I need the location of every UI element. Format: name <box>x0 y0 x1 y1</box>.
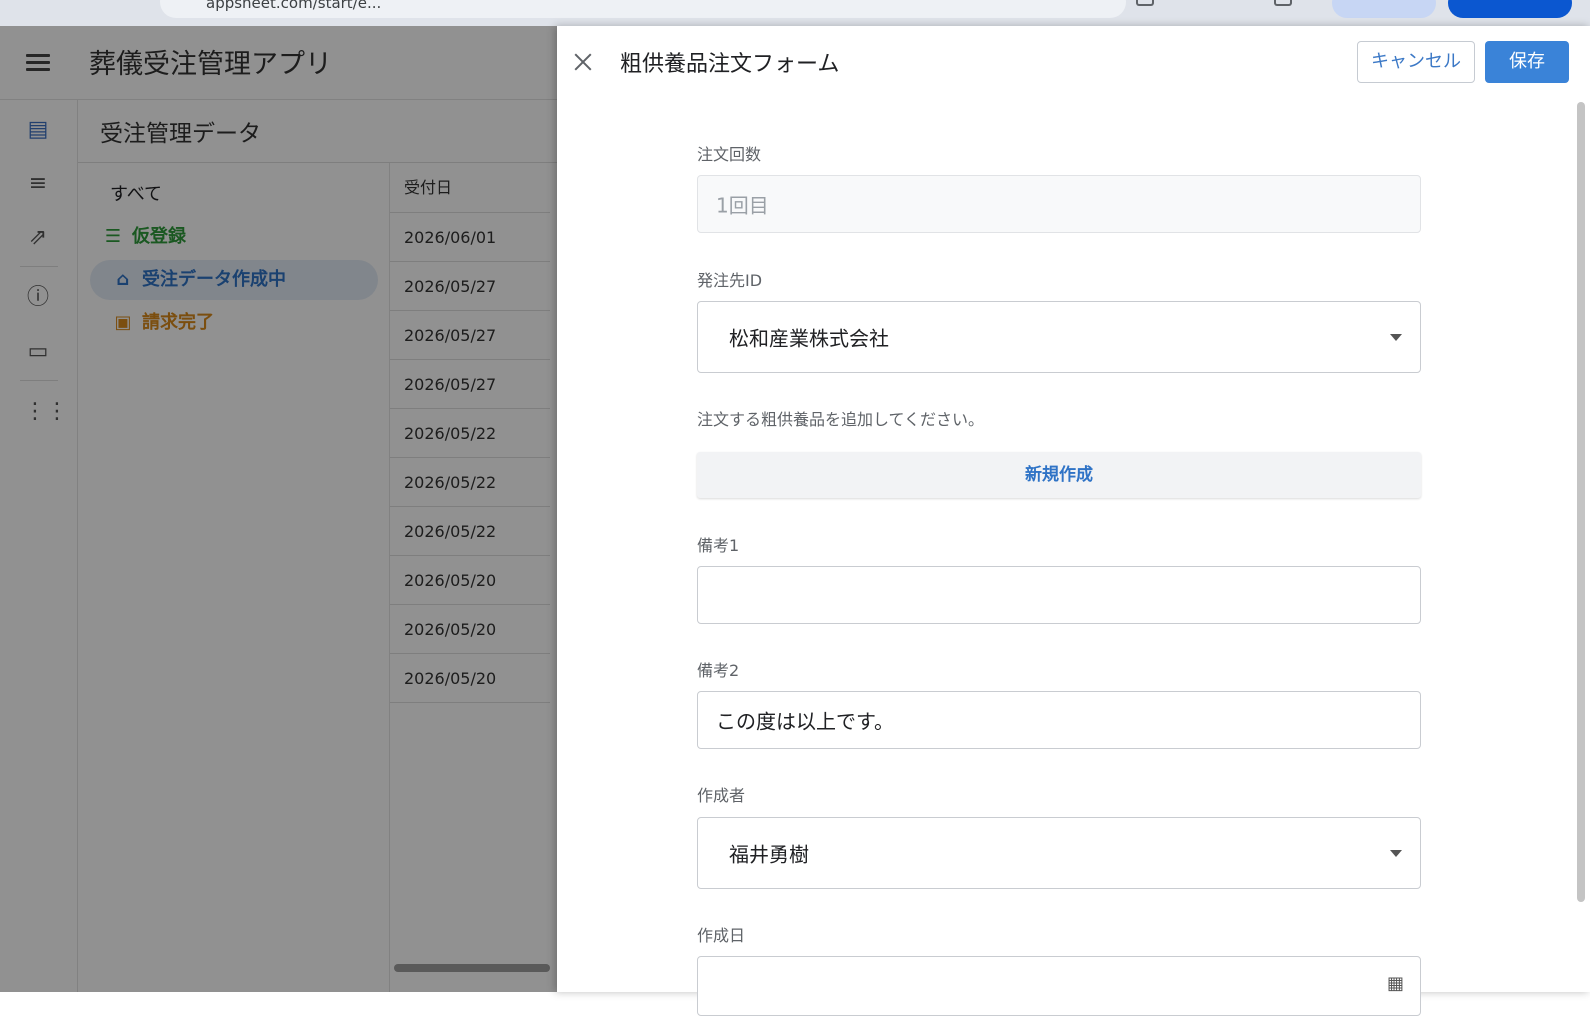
address-text: appsheet.com/start/e... <box>206 0 382 12</box>
note2-value: この度は以上です。 <box>716 709 894 734</box>
update-chip[interactable] <box>1448 0 1572 18</box>
order-count-value: 1回目 <box>716 193 769 218</box>
creator-label: 作成者 <box>697 786 746 805</box>
note2-label: 備考2 <box>697 661 740 680</box>
order-count-label: 注文回数 <box>697 145 762 164</box>
modal-backdrop[interactable] <box>0 26 557 992</box>
window-icon[interactable] <box>1274 0 1292 6</box>
save-button[interactable]: 保存 <box>1485 41 1569 83</box>
note2-input[interactable]: この度は以上です。 <box>697 691 1421 749</box>
cancel-button[interactable]: キャンセル <box>1357 41 1475 83</box>
close-icon[interactable] <box>571 50 595 74</box>
browser-toolbar: appsheet.com/start/e... <box>0 0 1590 26</box>
note1-input[interactable] <box>697 566 1421 624</box>
profile-chip[interactable] <box>1332 0 1436 18</box>
supplier-value: 松和産業株式会社 <box>729 326 889 351</box>
tab-search-icon[interactable] <box>1136 0 1154 6</box>
order-count-field: 1回目 <box>697 175 1421 233</box>
chevron-down-icon <box>1390 850 1402 857</box>
chevron-down-icon <box>1390 334 1402 341</box>
created-date-input[interactable]: ▦ <box>697 956 1421 1016</box>
vertical-scrollbar[interactable] <box>1577 102 1585 902</box>
items-hint: 注文する粗供養品を追加してください。 <box>697 410 985 429</box>
new-item-button[interactable]: 新規作成 <box>697 452 1421 498</box>
created-date-label: 作成日 <box>697 926 746 945</box>
order-form-panel: 粗供養品注文フォーム キャンセル 保存 注文回数 1回目 発注先ID 松和産業株… <box>557 26 1590 1016</box>
note1-label: 備考1 <box>697 536 740 555</box>
creator-dropdown[interactable]: 福井勇樹 <box>697 817 1421 889</box>
creator-value: 福井勇樹 <box>729 842 809 867</box>
supplier-dropdown[interactable]: 松和産業株式会社 <box>697 301 1421 373</box>
calendar-icon[interactable]: ▦ <box>1387 973 1404 994</box>
supplier-label: 発注先ID <box>697 271 763 290</box>
form-title: 粗供養品注文フォーム <box>620 52 840 77</box>
